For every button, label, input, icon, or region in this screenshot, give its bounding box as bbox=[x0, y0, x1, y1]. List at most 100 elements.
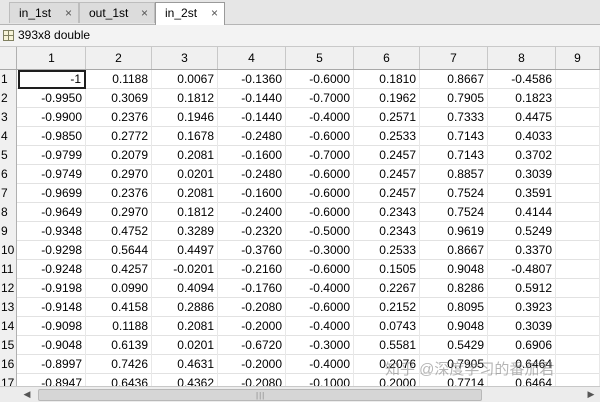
row-header[interactable]: 7 bbox=[0, 184, 17, 203]
row-header[interactable]: 13 bbox=[0, 298, 17, 317]
table-cell[interactable] bbox=[556, 146, 600, 165]
tab-in-1st[interactable]: in_1st × bbox=[9, 2, 79, 23]
table-cell[interactable]: -0.4586 bbox=[488, 70, 556, 89]
table-cell[interactable]: 0.3289 bbox=[152, 222, 218, 241]
row-header[interactable]: 16 bbox=[0, 355, 17, 374]
table-cell[interactable] bbox=[556, 203, 600, 222]
table-cell[interactable]: -0.1600 bbox=[218, 146, 286, 165]
table-cell[interactable]: -0.6000 bbox=[286, 127, 354, 146]
table-cell[interactable]: 0.2970 bbox=[86, 203, 152, 222]
table-cell[interactable]: -0.2480 bbox=[218, 165, 286, 184]
table-cell[interactable]: -0.9850 bbox=[18, 127, 86, 146]
table-cell[interactable]: 0.6436 bbox=[86, 374, 152, 386]
table-cell[interactable]: -0.4000 bbox=[286, 355, 354, 374]
table-cell[interactable]: -0.4000 bbox=[286, 279, 354, 298]
table-cell[interactable]: 0.5581 bbox=[354, 336, 420, 355]
table-cell[interactable]: -0.6000 bbox=[286, 165, 354, 184]
table-cell[interactable] bbox=[556, 260, 600, 279]
table-cell[interactable]: 0.4144 bbox=[488, 203, 556, 222]
table-cell[interactable]: -0.9148 bbox=[18, 298, 86, 317]
table-cell[interactable]: 0.2457 bbox=[354, 184, 420, 203]
table-cell[interactable]: 0.4257 bbox=[86, 260, 152, 279]
scroll-thumb[interactable]: ||| bbox=[38, 389, 482, 401]
table-cell[interactable]: -0.6000 bbox=[286, 260, 354, 279]
table-cell[interactable]: 0.0201 bbox=[152, 165, 218, 184]
column-header[interactable]: 7 bbox=[420, 47, 488, 69]
close-icon[interactable]: × bbox=[141, 3, 148, 23]
table-cell[interactable]: -0.3760 bbox=[218, 241, 286, 260]
table-cell[interactable]: -0.3000 bbox=[286, 336, 354, 355]
table-cell[interactable]: 0.4094 bbox=[152, 279, 218, 298]
table-cell[interactable]: 0.2343 bbox=[354, 203, 420, 222]
table-cell[interactable]: -0.2080 bbox=[218, 374, 286, 386]
table-cell[interactable]: 0.9619 bbox=[420, 222, 488, 241]
table-cell[interactable]: -0.9749 bbox=[18, 165, 86, 184]
table-cell[interactable]: -0.9950 bbox=[18, 89, 86, 108]
table-cell[interactable]: -0.4807 bbox=[488, 260, 556, 279]
selected-cell[interactable]: -1 bbox=[18, 70, 86, 89]
column-header[interactable]: 4 bbox=[218, 47, 286, 69]
table-cell[interactable]: -0.1440 bbox=[218, 89, 286, 108]
table-cell[interactable]: 0.3069 bbox=[86, 89, 152, 108]
table-cell[interactable]: -0.5000 bbox=[286, 222, 354, 241]
table-cell[interactable]: 0.0201 bbox=[152, 336, 218, 355]
table-cell[interactable]: -0.9900 bbox=[18, 108, 86, 127]
table-cell[interactable]: -0.1360 bbox=[218, 70, 286, 89]
table-cell[interactable] bbox=[556, 127, 600, 146]
table-cell[interactable]: 0.2081 bbox=[152, 317, 218, 336]
table-cell[interactable]: 0.8857 bbox=[420, 165, 488, 184]
table-cell[interactable]: 0.3702 bbox=[488, 146, 556, 165]
table-cell[interactable]: 0.8667 bbox=[420, 241, 488, 260]
table-cell[interactable]: 0.9048 bbox=[420, 317, 488, 336]
table-cell[interactable]: 0.1812 bbox=[152, 89, 218, 108]
table-cell[interactable]: 0.5429 bbox=[420, 336, 488, 355]
table-cell[interactable]: 0.4362 bbox=[152, 374, 218, 386]
row-header[interactable]: 12 bbox=[0, 279, 17, 298]
table-cell[interactable]: -0.4000 bbox=[286, 108, 354, 127]
column-header[interactable]: 3 bbox=[152, 47, 218, 69]
row-header[interactable]: 17 bbox=[0, 374, 17, 386]
table-cell[interactable] bbox=[556, 336, 600, 355]
scroll-right-icon[interactable]: ▶ bbox=[584, 388, 598, 401]
table-cell[interactable]: -0.2400 bbox=[218, 203, 286, 222]
row-header[interactable]: 14 bbox=[0, 317, 17, 336]
column-header[interactable]: 1 bbox=[18, 47, 86, 69]
table-cell[interactable]: 0.1678 bbox=[152, 127, 218, 146]
table-cell[interactable]: 0.2457 bbox=[354, 165, 420, 184]
table-cell[interactable]: 0.3039 bbox=[488, 165, 556, 184]
table-cell[interactable]: 0.8667 bbox=[420, 70, 488, 89]
table-cell[interactable]: -0.6000 bbox=[286, 203, 354, 222]
table-cell[interactable]: -0.6000 bbox=[286, 184, 354, 203]
table-cell[interactable]: -0.4000 bbox=[286, 317, 354, 336]
table-cell[interactable]: 0.2079 bbox=[86, 146, 152, 165]
table-cell[interactable]: -0.2080 bbox=[218, 298, 286, 317]
table-cell[interactable]: 0.2376 bbox=[86, 184, 152, 203]
table-cell[interactable]: 0.8286 bbox=[420, 279, 488, 298]
table-cell[interactable]: -0.9348 bbox=[18, 222, 86, 241]
table-cell[interactable]: 0.1505 bbox=[354, 260, 420, 279]
table-cell[interactable]: 0.3039 bbox=[488, 317, 556, 336]
table-cell[interactable] bbox=[556, 222, 600, 241]
table-cell[interactable]: -0.6720 bbox=[218, 336, 286, 355]
row-header[interactable]: 15 bbox=[0, 336, 17, 355]
table-cell[interactable]: 0.2886 bbox=[152, 298, 218, 317]
table-cell[interactable]: 0.7426 bbox=[86, 355, 152, 374]
table-cell[interactable]: -0.2480 bbox=[218, 127, 286, 146]
table-cell[interactable]: 0.1812 bbox=[152, 203, 218, 222]
table-cell[interactable]: 0.4158 bbox=[86, 298, 152, 317]
table-cell[interactable]: -0.9098 bbox=[18, 317, 86, 336]
table-cell[interactable] bbox=[556, 89, 600, 108]
table-cell[interactable] bbox=[556, 241, 600, 260]
table-cell[interactable]: 0.1188 bbox=[86, 70, 152, 89]
table-cell[interactable]: 0.3591 bbox=[488, 184, 556, 203]
scroll-left-icon[interactable]: ◀ bbox=[20, 388, 34, 401]
table-cell[interactable]: 0.2152 bbox=[354, 298, 420, 317]
row-header[interactable]: 9 bbox=[0, 222, 17, 241]
table-cell[interactable]: 0.3923 bbox=[488, 298, 556, 317]
row-header[interactable]: 11 bbox=[0, 260, 17, 279]
table-cell[interactable]: -0.2000 bbox=[218, 317, 286, 336]
table-cell[interactable]: 0.2533 bbox=[354, 241, 420, 260]
table-cell[interactable]: 0.1823 bbox=[488, 89, 556, 108]
table-cell[interactable]: -0.0201 bbox=[152, 260, 218, 279]
table-cell[interactable]: -0.9799 bbox=[18, 146, 86, 165]
